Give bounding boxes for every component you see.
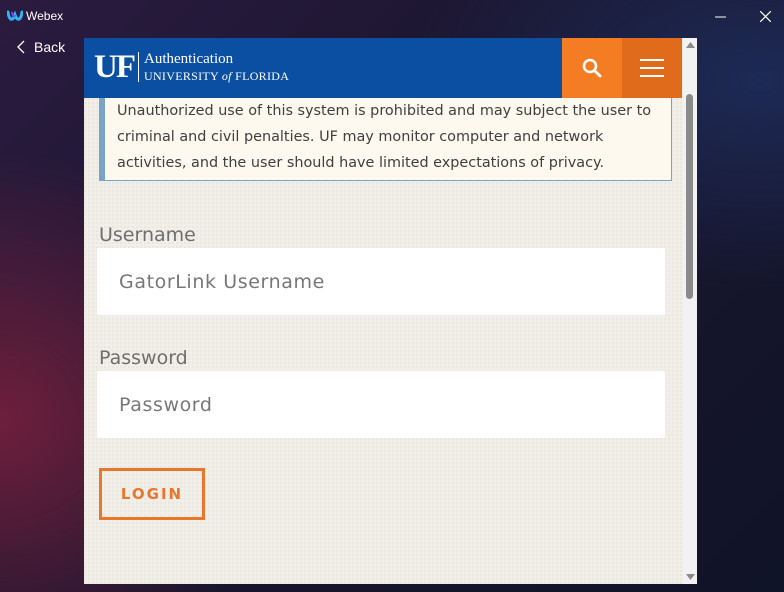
- search-button[interactable]: [562, 38, 622, 98]
- password-input[interactable]: [97, 371, 665, 438]
- minimize-icon: [714, 16, 726, 17]
- scroll-down-arrow[interactable]: [685, 572, 695, 582]
- password-label: Password: [99, 347, 188, 369]
- username-label: Username: [99, 224, 196, 246]
- search-icon: [582, 58, 602, 78]
- scroll-up-arrow[interactable]: [685, 40, 695, 50]
- logo-divider: [138, 52, 139, 82]
- auth-title: Authentication: [144, 51, 234, 67]
- caret-down-icon: [685, 574, 695, 580]
- security-notice: Unauthorized use of this system is prohi…: [99, 98, 672, 181]
- close-icon: [759, 10, 771, 22]
- back-label: Back: [34, 39, 66, 55]
- minimize-button[interactable]: [697, 2, 743, 30]
- uf-header: UF Authentication UNIVERSITY of FLORIDA: [84, 38, 682, 98]
- window-title: Webex: [26, 9, 64, 23]
- menu-button[interactable]: [622, 38, 682, 98]
- university-name: UNIVERSITY of FLORIDA: [144, 69, 290, 83]
- chevron-left-icon: [17, 40, 25, 54]
- vertical-scrollbar[interactable]: [683, 38, 697, 584]
- login-button[interactable]: LOGIN: [99, 468, 205, 520]
- notice-text: Unauthorized use of this system is prohi…: [117, 103, 652, 171]
- back-button[interactable]: Back: [16, 36, 65, 58]
- username-input[interactable]: [97, 248, 665, 315]
- caret-up-icon: [685, 42, 695, 48]
- close-button[interactable]: [742, 2, 784, 30]
- browser-frame: UF Authentication UNIVERSITY of FLORIDA …: [84, 38, 697, 584]
- window-titlebar: Webex: [0, 0, 784, 32]
- webex-logo-icon: [7, 10, 23, 21]
- uf-logo[interactable]: UF: [94, 50, 136, 84]
- scroll-thumb[interactable]: [686, 94, 693, 299]
- hamburger-menu-icon: [640, 59, 664, 77]
